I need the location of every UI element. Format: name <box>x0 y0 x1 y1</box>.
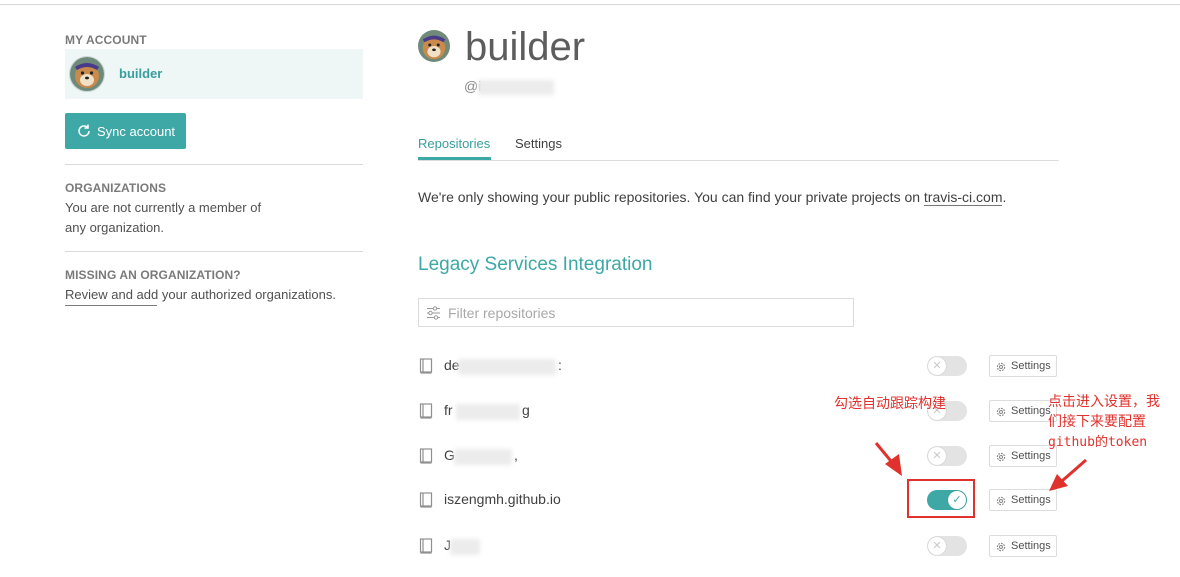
repo-row: J ✕ Settings <box>418 531 1059 561</box>
gear-icon <box>995 494 1007 506</box>
redacted-repo-name <box>454 449 512 465</box>
repo-name[interactable]: fr <box>444 402 453 418</box>
account-name[interactable]: builder <box>119 66 162 81</box>
authorized-orgs-text: your authorized organizations. <box>158 287 337 302</box>
filter-repositories-field[interactable] <box>418 298 854 327</box>
tab-repositories[interactable]: Repositories <box>418 136 490 151</box>
review-and-add-link[interactable]: Review and add <box>65 287 158 302</box>
settings-label: Settings <box>1011 494 1051 506</box>
tab-settings[interactable]: Settings <box>515 136 562 151</box>
avatar <box>69 56 105 92</box>
divider <box>65 164 363 165</box>
notice-text: We're only showing your public repositor… <box>418 189 924 205</box>
repo-name-tail: g <box>522 402 530 418</box>
profile-avatar <box>418 30 450 62</box>
section-title: Legacy Services Integration <box>418 254 653 275</box>
highlight-box <box>907 479 975 518</box>
gear-icon <box>995 450 1007 462</box>
repo-book-icon <box>419 492 433 508</box>
page-title: builder <box>465 25 586 69</box>
repo-name-text: iszengmh.github.io <box>444 491 561 507</box>
repo-name[interactable]: iszengmh.github.io <box>444 491 561 507</box>
refresh-icon <box>76 123 92 139</box>
toggle-annotation: 勾选自动跟踪构建 <box>834 396 946 412</box>
repo-activation-toggle[interactable]: ✕ <box>927 446 967 466</box>
redacted-repo-name <box>450 539 480 555</box>
repo-settings-button[interactable]: Settings <box>989 400 1057 422</box>
organizations-text-line1: You are not currently a member of <box>65 200 262 215</box>
my-account-heading: MY ACCOUNT <box>65 33 147 47</box>
repo-settings-button[interactable]: Settings <box>989 445 1057 467</box>
x-icon: ✕ <box>928 537 946 555</box>
repo-book-icon <box>419 538 433 554</box>
gear-icon <box>995 405 1007 417</box>
settings-annotation-line3: github的token <box>1048 435 1148 450</box>
repo-book-icon <box>419 448 433 464</box>
missing-organization-text: Review and add your authorized organizat… <box>65 285 337 306</box>
repo-name-text: fr <box>444 402 453 418</box>
gear-icon <box>995 360 1007 372</box>
tabs-divider <box>418 160 1059 161</box>
public-repos-notice: We're only showing your public repositor… <box>418 189 1007 206</box>
repo-activation-toggle[interactable]: ✕ <box>927 356 967 376</box>
redacted-repo-name <box>456 404 520 420</box>
repo-book-icon <box>419 358 433 374</box>
repo-settings-button[interactable]: Settings <box>989 489 1057 511</box>
repo-book-icon <box>419 403 433 419</box>
repo-activation-toggle[interactable]: ✕ <box>927 536 967 556</box>
settings-label: Settings <box>1011 360 1051 372</box>
settings-label: Settings <box>1011 405 1051 417</box>
x-icon: ✕ <box>928 357 946 375</box>
travis-ci-com-link[interactable]: travis-ci.com <box>923 189 1003 206</box>
organizations-text-line2: any organization. <box>65 220 165 235</box>
x-icon: ✕ <box>928 447 946 465</box>
filter-repositories-input[interactable] <box>448 304 838 322</box>
notice-suffix: . <box>1002 189 1007 205</box>
missing-organization-heading: MISSING AN ORGANIZATION? <box>65 268 241 282</box>
settings-label: Settings <box>1011 450 1051 462</box>
organizations-heading: ORGANIZATIONS <box>65 181 167 195</box>
gear-icon <box>995 540 1007 552</box>
settings-annotation-line2: 们接下来要配置 <box>1048 414 1146 430</box>
repo-settings-button[interactable]: Settings <box>989 355 1057 377</box>
active-tab-indicator <box>418 157 491 160</box>
repo-row: G, ✕ Settings <box>418 441 1059 471</box>
top-border <box>0 4 1180 5</box>
divider <box>65 251 363 252</box>
redacted-handle <box>478 80 554 95</box>
sync-account-label: Sync account <box>97 124 176 139</box>
link-underline <box>65 305 157 306</box>
repo-name-tail: , <box>514 447 518 463</box>
account-card[interactable]: builder <box>65 49 363 99</box>
filter-icon <box>426 306 441 320</box>
repo-name-tail: : <box>558 357 562 373</box>
settings-label: Settings <box>1011 540 1051 552</box>
repo-settings-button[interactable]: Settings <box>989 535 1057 557</box>
sync-account-button[interactable]: Sync account <box>65 113 186 149</box>
settings-annotation-line1: 点击进入设置，我 <box>1048 394 1160 410</box>
redacted-repo-name <box>458 359 556 375</box>
